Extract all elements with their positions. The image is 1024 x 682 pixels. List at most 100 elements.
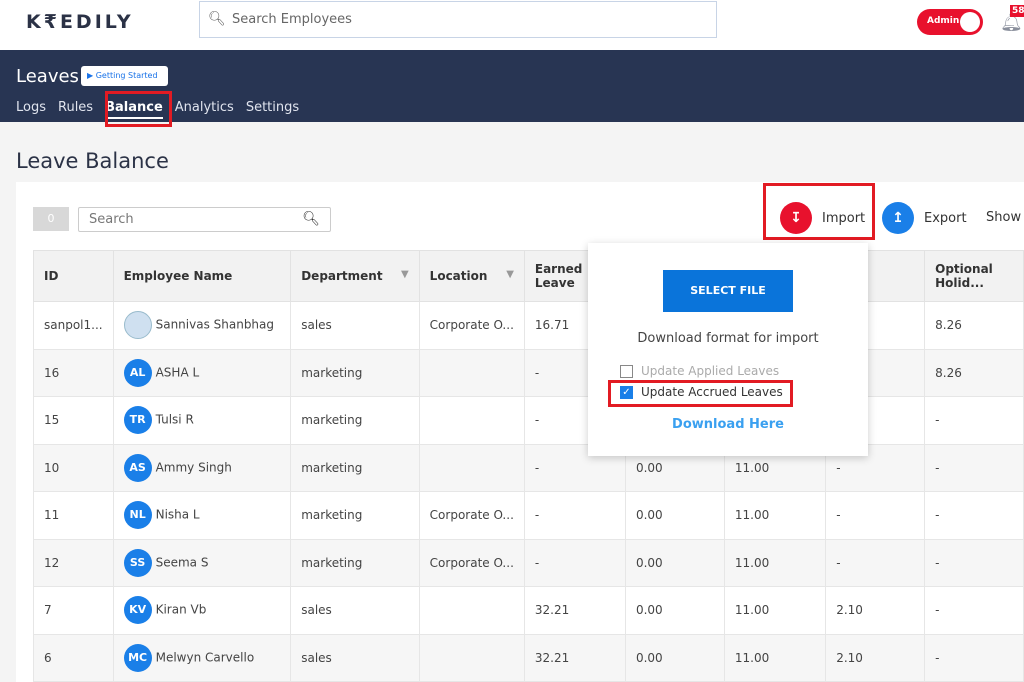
name-value: Nisha L <box>155 507 200 522</box>
cell-id: 10 <box>33 443 114 492</box>
department-value: marketing <box>301 365 363 380</box>
c8-value: - <box>836 555 841 570</box>
id-value: 15 <box>44 413 60 428</box>
id-value: 10 <box>44 460 60 475</box>
cell-c5: - <box>523 538 626 587</box>
table-row[interactable]: 6 MC Melwyn Carvello sales 32.21 0.00 11.00 2.1… <box>33 633 1024 682</box>
c5-value: 32.21 <box>534 603 570 618</box>
cell-c6: 0.00 <box>624 491 725 540</box>
avatar: KV <box>123 596 152 625</box>
cell-location <box>418 443 525 492</box>
column-header[interactable]: Location ▼ <box>418 250 525 302</box>
cell-id: 12 <box>33 538 114 587</box>
department-value: marketing <box>301 555 363 570</box>
c9-value: 8.26 <box>935 318 962 333</box>
checkbox-unchecked-icon <box>620 364 633 378</box>
column-header-label: Optional Holid... <box>935 262 993 290</box>
column-header-label: Employee Name <box>123 269 233 283</box>
c8-value: 2.10 <box>836 603 863 618</box>
cell-c8: 2.10 <box>825 586 926 635</box>
employee-search-input[interactable]: 🔍︎ Search Employees <box>199 1 717 38</box>
column-header[interactable]: Employee Name <box>112 250 292 302</box>
filter-icon[interactable]: ▼ <box>506 269 514 280</box>
department-value: sales <box>301 650 332 665</box>
kredily-logo[interactable]: K₹EDILY <box>26 11 134 33</box>
cell-c7: 11.00 <box>723 586 827 635</box>
id-value: sanpol1... <box>44 318 103 333</box>
cell-id: 15 <box>33 396 114 445</box>
id-value: 12 <box>44 555 60 570</box>
cell-c7: 11.00 <box>723 633 827 682</box>
top-bar: K₹EDILY 🔍︎ Search Employees Admin 🔔︎ 58 <box>0 0 1024 50</box>
c8-value: - <box>836 508 841 523</box>
table-search-input[interactable]: Search 🔍︎ <box>78 207 331 232</box>
c6-value: 0.00 <box>635 603 663 618</box>
cell-location <box>418 396 525 445</box>
admin-toggle[interactable]: Admin <box>917 9 983 35</box>
c7-value: 11.00 <box>734 460 770 475</box>
cell-name: MC Melwyn Carvello <box>112 633 292 682</box>
column-header[interactable]: ID <box>33 250 114 302</box>
tab-analytics[interactable]: Analytics <box>175 100 234 119</box>
c5-value: - <box>534 365 540 380</box>
location-value: Corporate O... <box>429 318 514 333</box>
table-row[interactable]: 12 SS Seema S marketing Corporate O... - 0.00 1… <box>33 538 1024 587</box>
cell-department: sales <box>290 301 420 350</box>
tab-logs[interactable]: Logs <box>16 100 46 119</box>
c5-value: - <box>534 413 540 428</box>
export-label: Export <box>924 210 967 226</box>
c6-value: 0.00 <box>635 650 663 665</box>
name-value: Ammy Singh <box>155 460 232 475</box>
c7-value: 11.00 <box>734 555 770 570</box>
cell-c7: 11.00 <box>723 538 827 587</box>
option-label: Update Applied Leaves <box>641 364 780 378</box>
c7-value: 11.00 <box>734 650 770 665</box>
cell-c6: 0.00 <box>624 538 725 587</box>
show-label: Show <box>986 210 1022 225</box>
tab-settings[interactable]: Settings <box>246 100 299 119</box>
cell-location <box>418 348 525 397</box>
c5-value: - <box>534 460 540 475</box>
highlight-import <box>763 183 875 240</box>
download-here-link[interactable]: Download Here <box>588 417 868 432</box>
tab-rules[interactable]: Rules <box>58 100 93 119</box>
cell-id: 16 <box>33 348 114 397</box>
export-button[interactable]: ↥ Export <box>882 202 967 234</box>
c6-value: 0.00 <box>635 460 663 475</box>
cell-name: SS Seema S <box>112 538 292 587</box>
table-row[interactable]: 11 NL Nisha L marketing Corporate O... - 0.00 1… <box>33 491 1024 540</box>
avatar: NL <box>123 501 152 530</box>
c7-value: 11.00 <box>734 603 770 618</box>
table-row[interactable]: 7 KV Kiran Vb sales 32.21 0.00 11.00 2.10 - <box>33 586 1024 635</box>
table-row[interactable]: sanpol1... Sannivas Shanbhag sales Corporat… <box>33 301 1024 350</box>
highlight-accrued-option <box>608 380 793 407</box>
admin-label: Admin <box>927 16 960 26</box>
table-row[interactable]: 15 TR Tulsi R marketing - - <box>33 396 1024 445</box>
filter-icon[interactable]: ▼ <box>401 269 409 280</box>
table-header-row: ID Employee Name Department ▼ Location ▼ Earne… <box>33 250 1024 302</box>
c5-value: 32.21 <box>534 650 570 665</box>
search-placeholder: Search <box>89 212 134 227</box>
cell-c5: 32.21 <box>523 633 626 682</box>
search-icon: 🔍︎ <box>208 11 226 27</box>
table-row[interactable]: 10 AS Ammy Singh marketing - 0.00 11.00 - - <box>33 443 1024 492</box>
cell-location <box>418 633 525 682</box>
update-applied-leaves-checkbox[interactable]: Update Applied Leaves <box>620 364 779 378</box>
cell-c9: - <box>924 633 1024 682</box>
cell-c9: - <box>924 491 1024 540</box>
cell-c9: 8.26 <box>924 348 1024 397</box>
c8-value: 2.10 <box>836 650 863 665</box>
select-file-button[interactable]: SELECT FILE <box>663 270 793 312</box>
table-row[interactable]: 16 AL ASHA L marketing - 8.26 <box>33 348 1024 397</box>
cell-name: NL Nisha L <box>112 491 292 540</box>
id-value: 11 <box>44 508 60 523</box>
getting-started-button[interactable]: ▶ Getting Started <box>81 66 168 86</box>
show-button[interactable]: Show <box>986 210 1021 225</box>
column-header[interactable]: Department ▼ <box>290 250 420 302</box>
name-value: Seema S <box>155 555 209 570</box>
cell-c7: 11.00 <box>723 491 827 540</box>
id-value: 7 <box>44 603 52 618</box>
cell-name: AL ASHA L <box>112 348 292 397</box>
c9-value: - <box>935 508 940 523</box>
column-header[interactable]: Optional Holid... <box>924 250 1024 302</box>
